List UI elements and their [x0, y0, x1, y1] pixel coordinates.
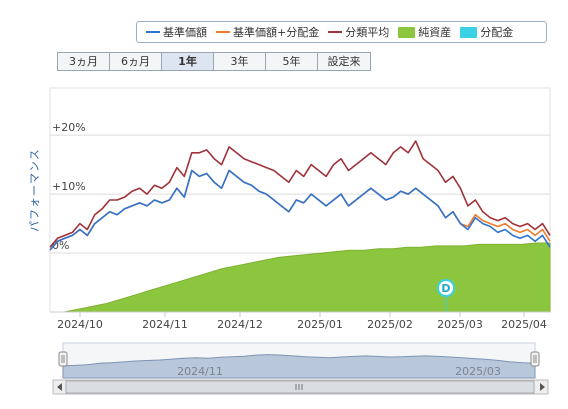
x-tick-label: 2025/04 [501, 318, 547, 331]
x-tick-label: 2025/01 [297, 318, 343, 331]
scrollbar-thumb[interactable] [65, 380, 535, 394]
dividend-marker-label: D [441, 282, 450, 295]
y-tick-label: +20% [52, 121, 86, 134]
y-tick-label: +10% [52, 180, 86, 193]
x-tick-label: 2025/03 [437, 318, 483, 331]
navigator-handle[interactable] [58, 351, 68, 367]
x-tick-label: 2024/12 [217, 318, 263, 331]
x-tick-label: 2024/10 [57, 318, 103, 331]
navigator-handle[interactable] [530, 351, 540, 367]
x-tick-label: 2025/02 [367, 318, 413, 331]
navigator-tick-label: 2025/03 [455, 365, 501, 378]
chart-canvas: +20%+10%0%D2024/10 2024/11 2024/12 2025/01 2… [49, 87, 551, 395]
navigator-tick-label: 2024/11 [177, 365, 223, 378]
x-tick-label: 2024/11 [142, 318, 188, 331]
